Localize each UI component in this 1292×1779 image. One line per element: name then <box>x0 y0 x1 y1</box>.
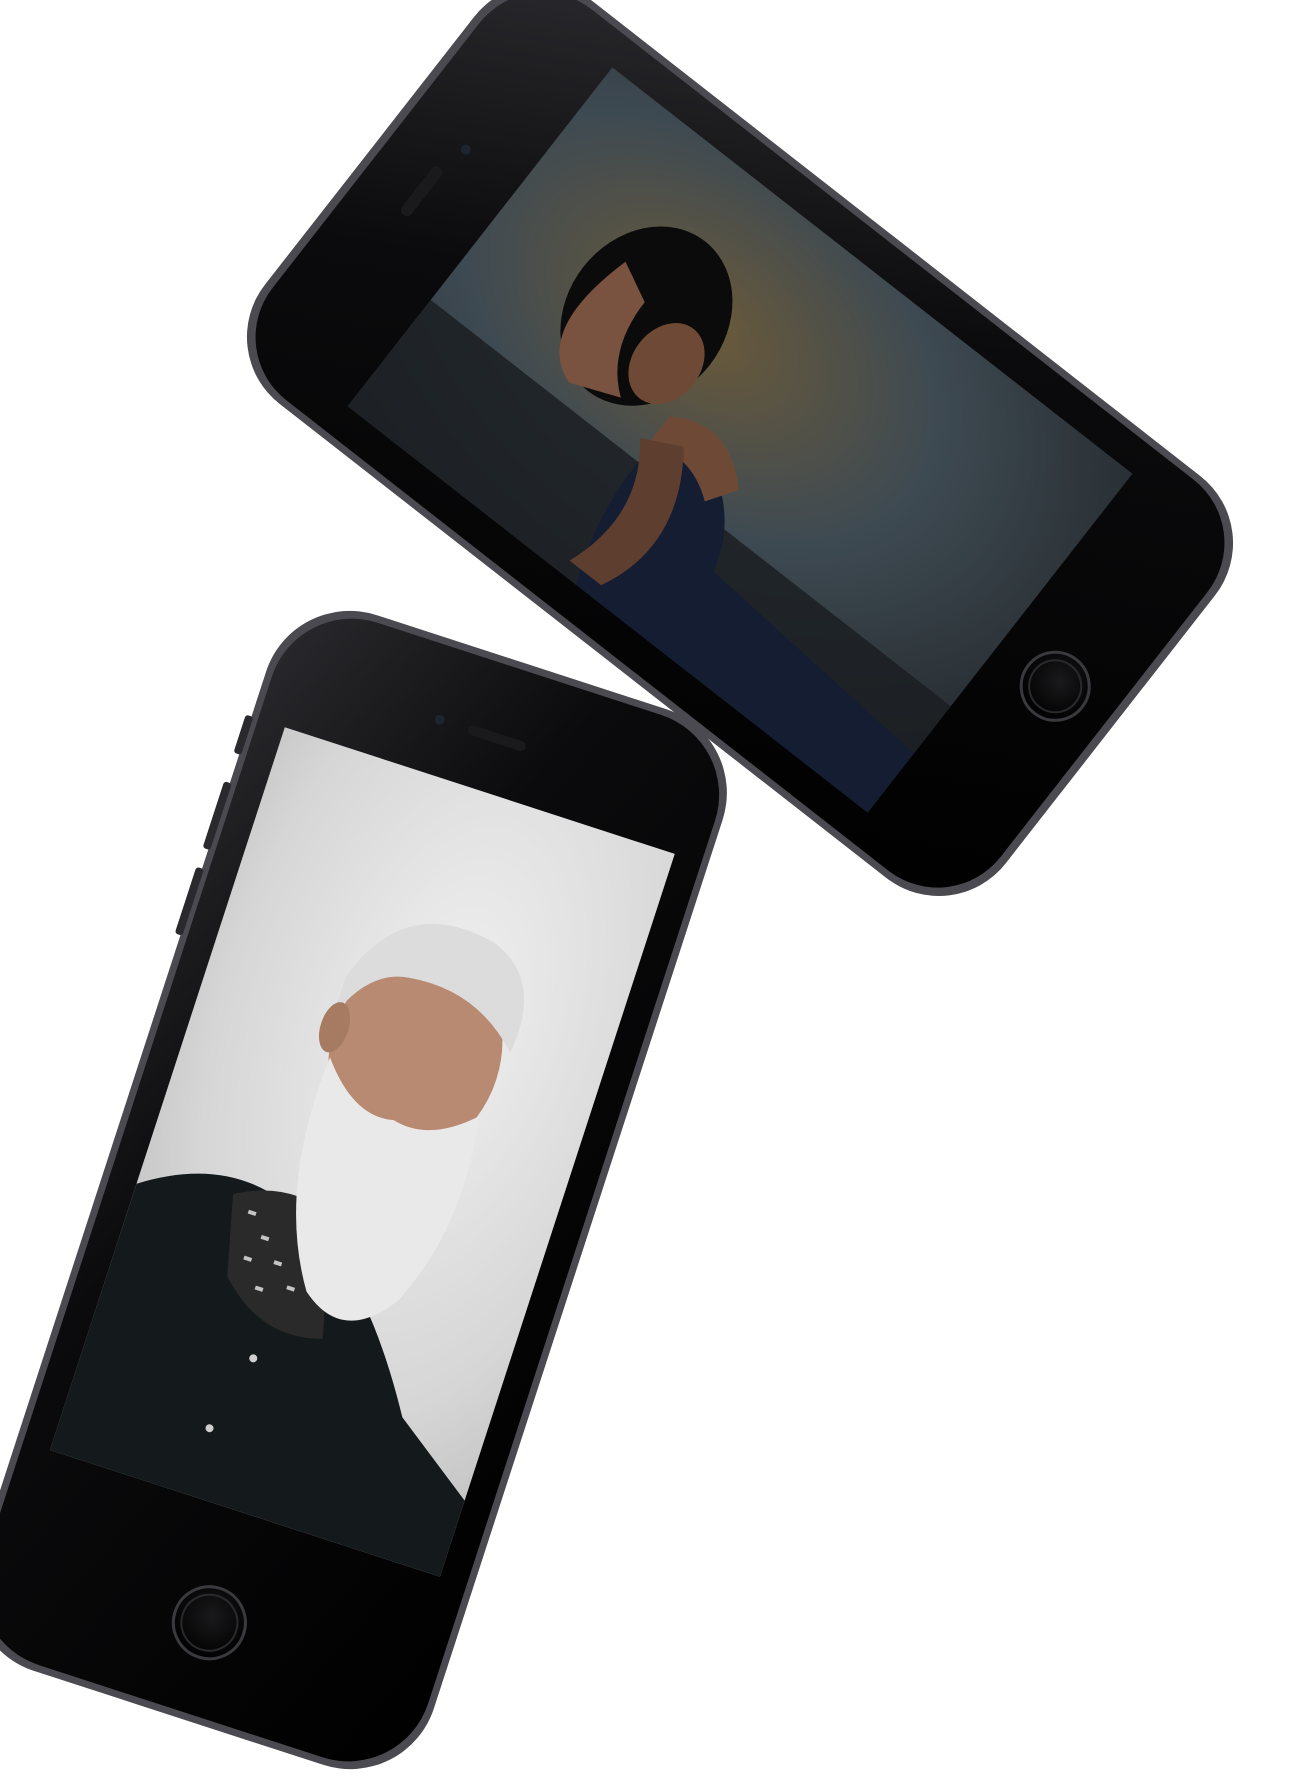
product-scene <box>0 0 1292 1779</box>
scene-canvas <box>0 0 1234 1770</box>
phone-bottom <box>0 610 727 1770</box>
